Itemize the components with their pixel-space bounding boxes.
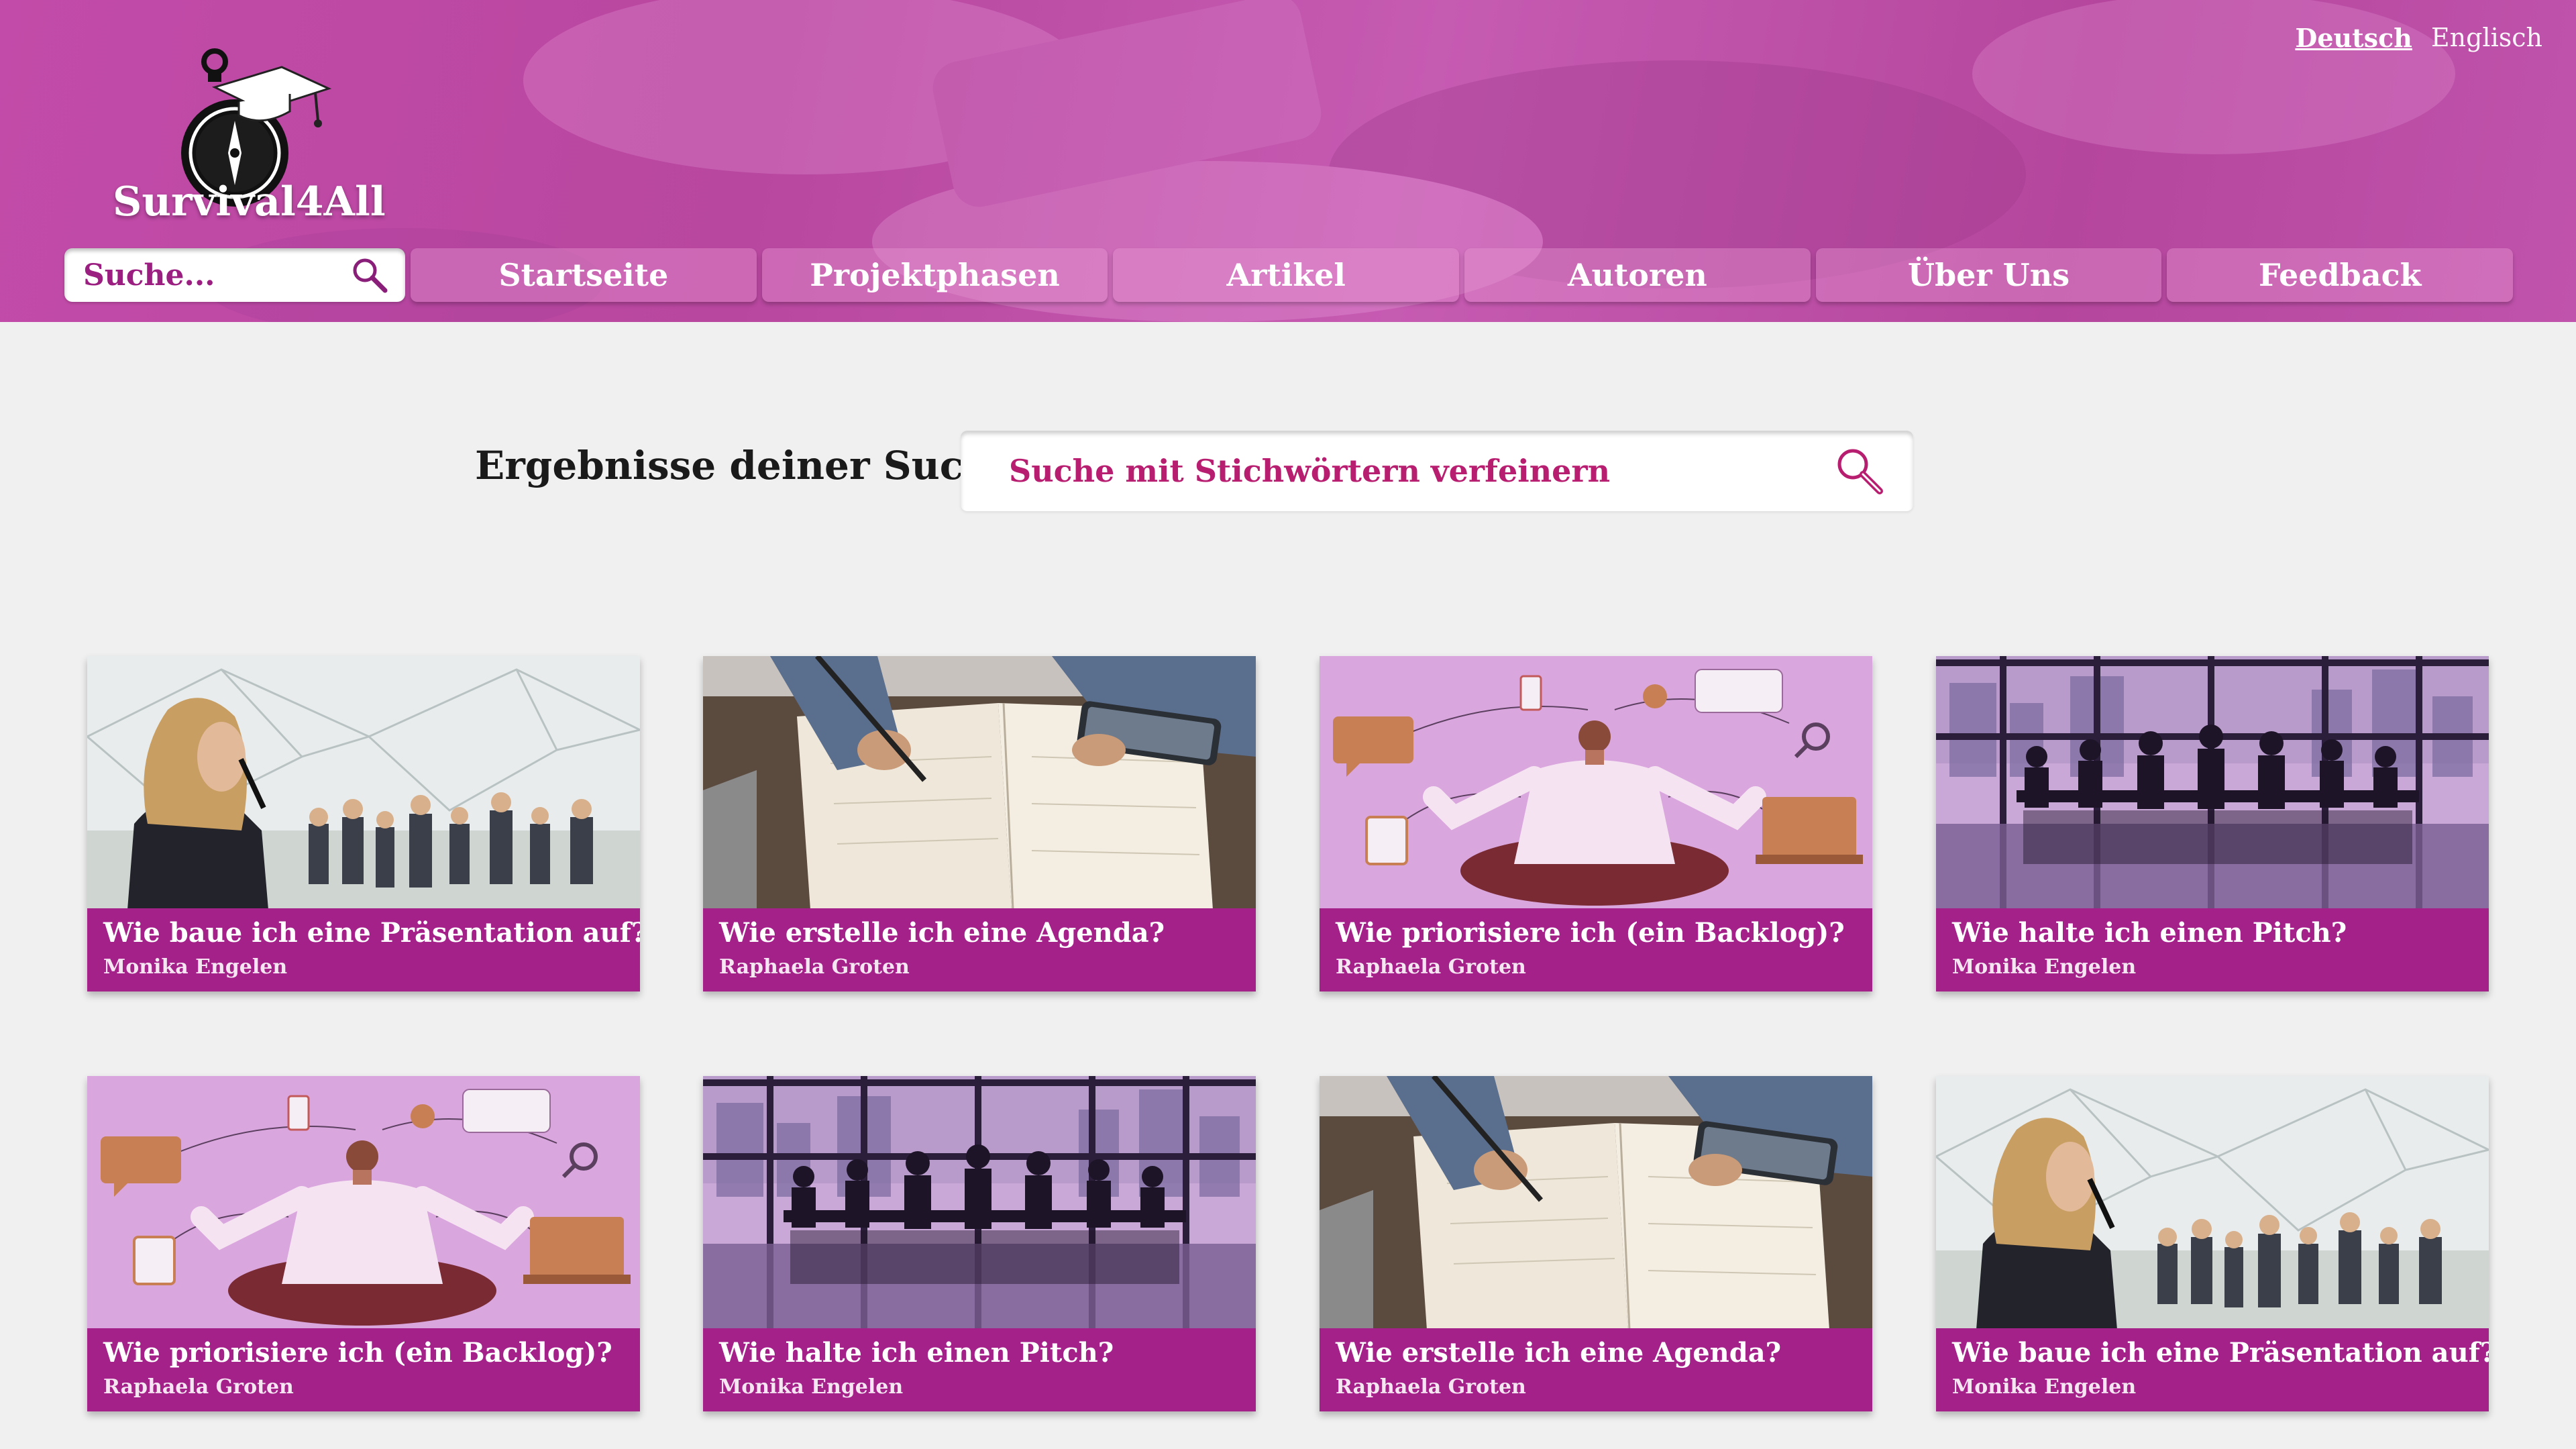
card-caption: Wie baue ich eine Präsentation auf? Moni… <box>87 908 640 991</box>
card-title[interactable]: Wie baue ich eine Präsentation auf? <box>103 916 640 950</box>
card-caption: Wie erstelle ich eine Agenda? Raphaela G… <box>703 908 1256 991</box>
article-image-pitch[interactable] <box>703 1076 1256 1330</box>
header-search-input[interactable]: Suche... <box>64 248 405 302</box>
card-caption: Wie halte ich einen Pitch? Monika Engele… <box>703 1328 1256 1411</box>
article-card[interactable]: Wie priorisiere ich (ein Backlog)? Rapha… <box>1320 656 1872 991</box>
card-author: Raphaela Groten <box>1336 955 1526 979</box>
article-card[interactable]: Wie halte ich einen Pitch? Monika Engele… <box>1936 656 2489 991</box>
site-title[interactable]: Survival4All <box>113 178 386 225</box>
article-image-backlog[interactable] <box>1320 656 1872 910</box>
card-caption: Wie erstelle ich eine Agenda? Raphaela G… <box>1320 1328 1872 1411</box>
refine-search-input[interactable]: Suche mit Stichwörtern verfeinern <box>961 431 1913 511</box>
main-navigation: Suche... Startseite Projektphasen Artike… <box>64 248 2514 302</box>
article-image-presentation[interactable] <box>1936 1076 2489 1330</box>
nav-artikel[interactable]: Artikel <box>1113 248 1460 302</box>
card-caption: Wie priorisiere ich (ein Backlog)? Rapha… <box>87 1328 640 1411</box>
search-icon[interactable] <box>350 256 389 294</box>
card-title[interactable]: Wie erstelle ich eine Agenda? <box>1336 1336 1856 1370</box>
article-image-presentation[interactable] <box>87 656 640 910</box>
card-caption: Wie baue ich eine Präsentation auf? Moni… <box>1936 1328 2489 1411</box>
card-author: Raphaela Groten <box>1336 1375 1526 1399</box>
card-author: Raphaela Groten <box>103 1375 294 1399</box>
article-card[interactable]: Wie baue ich eine Präsentation auf? Moni… <box>87 656 640 991</box>
article-card[interactable]: Wie erstelle ich eine Agenda? Raphaela G… <box>1320 1076 1872 1411</box>
article-card[interactable]: Wie priorisiere ich (ein Backlog)? Rapha… <box>87 1076 640 1411</box>
card-title[interactable]: Wie halte ich einen Pitch? <box>1952 916 2473 950</box>
card-author: Raphaela Groten <box>719 955 910 979</box>
refine-search-placeholder: Suche mit Stichwörtern verfeinern <box>1009 453 1611 489</box>
card-author: Monika Engelen <box>1952 955 2137 979</box>
card-title[interactable]: Wie priorisiere ich (ein Backlog)? <box>103 1336 624 1370</box>
article-image-agenda[interactable] <box>1320 1076 1872 1330</box>
card-caption: Wie halte ich einen Pitch? Monika Engele… <box>1936 908 2489 991</box>
page-title: Ergebnisse deiner Suche <box>475 443 1017 488</box>
search-icon[interactable] <box>1833 444 1886 498</box>
nav-projektphasen[interactable]: Projektphasen <box>761 248 1108 302</box>
card-author: Monika Engelen <box>719 1375 904 1399</box>
article-card[interactable]: Wie erstelle ich eine Agenda? Raphaela G… <box>703 656 1256 991</box>
article-image-backlog[interactable] <box>87 1076 640 1330</box>
card-title[interactable]: Wie erstelle ich eine Agenda? <box>719 916 1240 950</box>
card-title[interactable]: Wie baue ich eine Präsentation auf? <box>1952 1336 2489 1370</box>
language-englisch[interactable]: Englisch <box>2431 23 2542 53</box>
card-title[interactable]: Wie halte ich einen Pitch? <box>719 1336 1240 1370</box>
nav-feedback[interactable]: Feedback <box>2167 248 2514 302</box>
article-card[interactable]: Wie baue ich eine Präsentation auf? Moni… <box>1936 1076 2489 1411</box>
language-deutsch[interactable]: Deutsch <box>2295 23 2412 53</box>
nav-ueber-uns[interactable]: Über Uns <box>1815 248 2162 302</box>
nav-startseite[interactable]: Startseite <box>411 248 757 302</box>
card-title[interactable]: Wie priorisiere ich (ein Backlog)? <box>1336 916 1856 950</box>
site-header: Deutsch Englisch Survival4All Suche... S… <box>0 0 2576 322</box>
article-image-pitch[interactable] <box>1936 656 2489 910</box>
card-author: Monika Engelen <box>1952 1375 2137 1399</box>
article-image-agenda[interactable] <box>703 656 1256 910</box>
article-card[interactable]: Wie halte ich einen Pitch? Monika Engele… <box>703 1076 1256 1411</box>
header-search-placeholder: Suche... <box>83 258 215 292</box>
nav-autoren[interactable]: Autoren <box>1464 248 1811 302</box>
card-caption: Wie priorisiere ich (ein Backlog)? Rapha… <box>1320 908 1872 991</box>
language-switcher: Deutsch Englisch <box>2295 23 2542 53</box>
card-author: Monika Engelen <box>103 955 288 979</box>
